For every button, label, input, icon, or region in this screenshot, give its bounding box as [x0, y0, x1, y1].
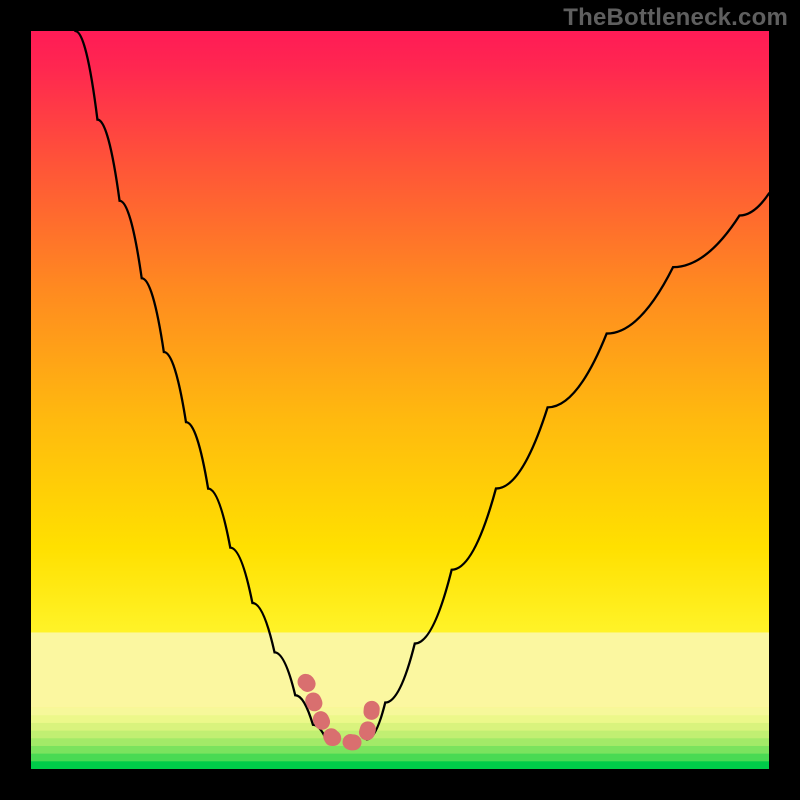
chart-frame: TheBottleneck.com [0, 0, 800, 800]
plot-area [31, 31, 769, 769]
bottom-stripe-band [31, 632, 769, 769]
bottleneck-chart [31, 31, 769, 769]
watermark-label: TheBottleneck.com [563, 4, 788, 32]
